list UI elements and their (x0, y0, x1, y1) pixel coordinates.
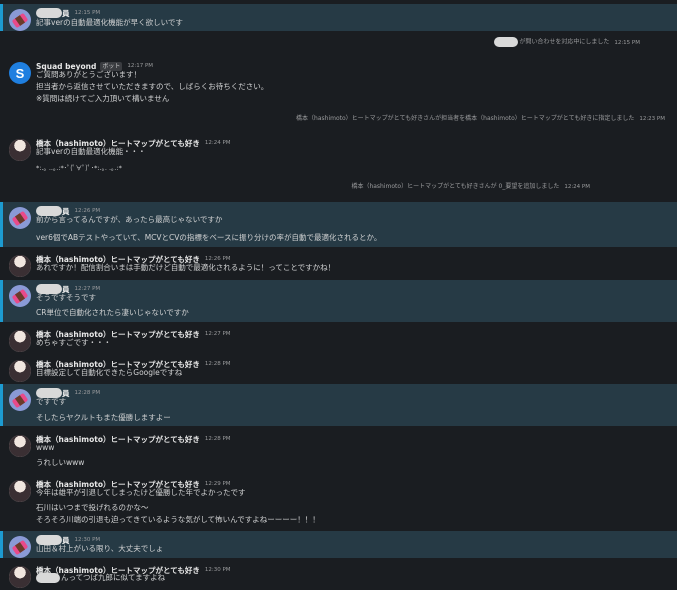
avatar[interactable] (9, 330, 31, 352)
message-time: 12:28 PM (204, 436, 231, 442)
message-item[interactable]: 員 12:28 PM ですです そしたらヤクルトもまた優勝しますよー (0, 384, 677, 426)
message-item[interactable]: 橋本（hashimoto）ヒートマップがとても好き 12:26 PM あれですか！… (0, 250, 677, 278)
message-text: あれですか！配信割合いまは手動だけど自動で最適化されるように！ってことですかね！ (36, 263, 336, 272)
message-text: そろそろ川端の引退も迫ってきているような気がして怖いんですよねーーーー！！！ (36, 515, 320, 524)
message-item[interactable]: 橋本（hashimoto）ヒートマップがとても好き 12:28 PM www うれ… (0, 430, 677, 472)
message-item[interactable]: 橋本（hashimoto）ヒートマップがとても好き 12:30 PM んってつば九… (0, 561, 677, 590)
message-text: めちゃすごです・・・ (36, 338, 112, 347)
message-time: 12:30 PM (204, 567, 231, 573)
message-text-content: んってつば九郎に似てますよね (61, 573, 166, 582)
message-item[interactable]: 橋本（hashimoto）ヒートマップがとても好き 12:27 PM めちゃすごで… (0, 325, 677, 353)
message-item[interactable]: 橋本（hashimoto）ヒートマップがとても好き 12:29 PM 今年は雄平が… (0, 475, 677, 530)
message-text: 山田＆村上がいる限り、大丈夫でしょ (36, 544, 164, 553)
message-time: 12:26 PM (74, 208, 101, 214)
message-time: 12:26 PM (204, 256, 231, 262)
user-name-suffix: 員 (62, 8, 70, 18)
message-text: うれしいwww (36, 458, 85, 467)
message-text: そうですそうです (36, 293, 96, 302)
message-time: 12:29 PM (204, 481, 231, 487)
system-event-text: が問い合わせを対応中にしました (519, 38, 610, 46)
message-time: 12:24 PM (204, 140, 231, 146)
message-time: 12:17 PM (127, 63, 154, 69)
system-event-text: 橋本（hashimoto）ヒートマップがとても好きさんが担当者を橋本（hashi… (296, 115, 635, 122)
message-item[interactable]: 員 12:26 PM 前から言ってるんですが、あったら最高じゃないですか ver6… (0, 202, 677, 247)
avatar[interactable] (9, 255, 31, 277)
avatar[interactable] (9, 566, 31, 588)
message-time: 12:15 PM (74, 10, 101, 16)
message-item[interactable]: 橋本（hashimoto）ヒートマップがとても好き 12:28 PM 目標設定して… (0, 355, 677, 383)
message-text: 石川はいつまで投げれるのかな〜 (36, 503, 149, 512)
system-event: が問い合わせを対応中にしました 12:15 PM (0, 37, 640, 48)
squad-beyond-logo[interactable]: S (9, 62, 31, 84)
message-time: 12:28 PM (204, 361, 231, 367)
redacted-name (494, 37, 519, 47)
message-item[interactable]: 員 12:15 PM 記事verの自動最適化機能が早く欲しいです (0, 4, 677, 31)
system-event: 橋本（hashimoto）ヒートマップがとても好きさんが 0_要望を追加しました… (0, 182, 590, 192)
avatar[interactable] (9, 139, 31, 161)
message-text: ※質問は続けてご入力頂いて構いません (36, 94, 170, 103)
avatar[interactable] (9, 9, 31, 31)
user-name[interactable]: 橋本（hashimoto）ヒートマップがとても好き (36, 434, 200, 445)
system-event-time: 12:24 PM (564, 184, 590, 190)
message-text: ですです (36, 397, 67, 406)
message-text: *:.｡ ..｡.:*･ﾟ(ﾟ∀ﾟ)ﾟ･*:.｡. .｡.:* (36, 164, 122, 172)
message-item[interactable]: 員 12:27 PM そうですそうです CR単位で自動化されたら凄いじゃないですか (0, 280, 677, 322)
system-event-time: 12:15 PM (614, 39, 640, 46)
message-text: 担当者から返信させていただきますので、しばらくお待ちください。 (36, 82, 269, 91)
system-event: 橋本（hashimoto）ヒートマップがとても好きさんが担当者を橋本（hashi… (0, 114, 665, 124)
message-text: ご質問ありがとうございます！ (36, 70, 141, 79)
message-text: ver6個でABテストやっていて、MCVとCVの指標をベースに振り分けの率が自動… (36, 233, 382, 242)
message-item[interactable]: 橋本（hashimoto）ヒートマップがとても好き 12:24 PM 記事verの… (0, 134, 677, 174)
system-event-time: 12:23 PM (639, 116, 665, 122)
redacted-name (36, 8, 62, 18)
avatar[interactable] (9, 285, 31, 307)
message-text: 今年は雄平が引退してしまったけど優勝した年でよかったです (36, 488, 246, 497)
message-text: んってつば九郎に似てますよね (36, 573, 165, 583)
message-text: 目標設定して自動化できたらGoogleですね (36, 368, 183, 377)
message-text: 記事verの自動最適化機能が早く欲しいです (36, 18, 183, 27)
avatar[interactable] (9, 389, 31, 411)
message-text: 記事verの自動最適化機能・・・ (36, 147, 146, 156)
message-text: www (36, 443, 55, 452)
message-text: そしたらヤクルトもまた優勝しますよー (36, 413, 171, 422)
system-event-text: 橋本（hashimoto）ヒートマップがとても好きさんが 0_要望を追加しました (351, 183, 560, 190)
message-item[interactable]: 員 12:30 PM 山田＆村上がいる限り、大丈夫でしょ (0, 531, 677, 558)
avatar[interactable] (9, 435, 31, 457)
avatar[interactable] (9, 207, 31, 229)
avatar[interactable] (9, 480, 31, 502)
avatar[interactable] (9, 536, 31, 558)
message-time: 12:27 PM (204, 331, 231, 337)
avatar[interactable] (9, 360, 31, 382)
chat-thread: 員 12:15 PM 記事verの自動最適化機能が早く欲しいです が問い合わせを対… (0, 0, 677, 590)
message-item[interactable]: S Squad beyond ボット 12:17 PM ご質問ありがとうございます！… (0, 57, 677, 107)
message-text: CR単位で自動化されたら凄いじゃないですか (36, 308, 189, 317)
message-time: 12:28 PM (74, 390, 101, 396)
message-text: 前から言ってるんですが、あったら最高じゃないですか (36, 215, 223, 224)
message-time: 12:27 PM (74, 286, 101, 292)
redacted-name (36, 573, 60, 583)
message-time: 12:30 PM (74, 537, 101, 543)
